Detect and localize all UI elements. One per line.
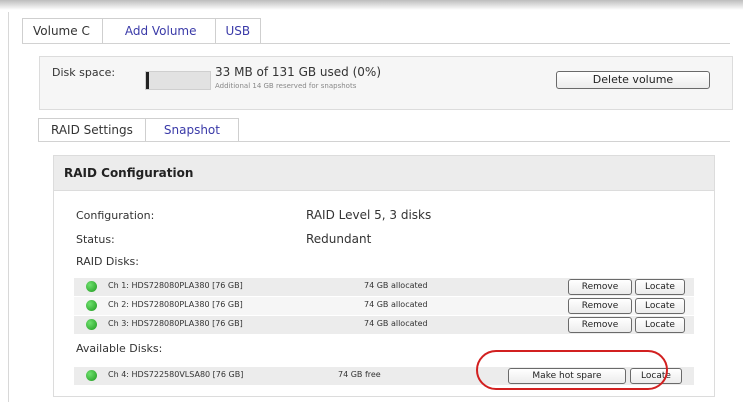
disk-space-label: Disk space: — [52, 66, 116, 79]
disk-name: Ch 4: HDS722580VLSA80 [76 GB] — [108, 370, 244, 379]
status-ok-icon — [86, 281, 97, 292]
snapshot-reserve-note: Additional 14 GB reserved for snapshots — [215, 82, 357, 90]
remove-disk-button[interactable]: Remove — [568, 298, 632, 314]
configuration-label: Configuration: — [76, 209, 155, 222]
top-shadow — [0, 0, 743, 10]
tabs-divider — [22, 43, 730, 44]
disk-allocation: 74 GB allocated — [364, 300, 428, 309]
disk-name: Ch 2: HDS728080PLA380 [76 GB] — [108, 300, 243, 309]
tab-add-volume[interactable]: Add Volume — [102, 18, 216, 44]
configuration-value: RAID Level 5, 3 disks — [306, 208, 432, 222]
disk-name: Ch 3: HDS728080PLA380 [76 GB] — [108, 319, 243, 328]
raid-disk-row: Ch 3: HDS728080PLA380 [76 GB] 74 GB allo… — [74, 316, 694, 334]
disk-name: Ch 1: HDS728080PLA380 [76 GB] — [108, 281, 243, 290]
raid-disk-row: Ch 1: HDS728080PLA380 [76 GB] 74 GB allo… — [74, 278, 694, 296]
remove-disk-button[interactable]: Remove — [568, 317, 632, 333]
disk-usage-fill — [146, 72, 149, 89]
nas-volume-page: Volume C Add Volume USB Disk space: 33 M… — [0, 0, 743, 402]
status-ok-icon — [86, 370, 97, 381]
disk-usage-bar — [145, 71, 211, 90]
left-border — [8, 12, 9, 402]
raid-panel-title: RAID Configuration — [64, 166, 194, 180]
locate-disk-button[interactable]: Locate — [635, 298, 685, 314]
settings-tabs-divider — [38, 141, 730, 142]
status-label: Status: — [76, 233, 115, 246]
locate-disk-button[interactable]: Locate — [635, 317, 685, 333]
disk-space-panel: Disk space: 33 MB of 131 GB used (0%) Ad… — [39, 56, 733, 110]
tab-usb[interactable]: USB — [215, 18, 262, 44]
delete-volume-button[interactable]: Delete volume — [556, 71, 710, 89]
status-ok-icon — [86, 300, 97, 311]
available-disks-label: Available Disks: — [76, 342, 163, 355]
disk-allocation: 74 GB allocated — [364, 319, 428, 328]
settings-tabs: RAID Settings Snapshot — [38, 118, 239, 142]
highlight-annotation — [476, 350, 668, 390]
raid-disk-row: Ch 2: HDS728080PLA380 [76 GB] 74 GB allo… — [74, 297, 694, 315]
disk-usage-summary: 33 MB of 131 GB used (0%) — [215, 65, 382, 79]
locate-disk-button[interactable]: Locate — [635, 279, 685, 295]
tab-snapshot[interactable]: Snapshot — [145, 118, 239, 142]
remove-disk-button[interactable]: Remove — [568, 279, 632, 295]
status-value: Redundant — [306, 232, 372, 246]
tab-raid-settings[interactable]: RAID Settings — [38, 118, 146, 142]
disk-allocation: 74 GB allocated — [364, 281, 428, 290]
tab-volume-c[interactable]: Volume C — [22, 18, 103, 44]
raid-disks-label: RAID Disks: — [76, 255, 139, 268]
volume-tabs: Volume C Add Volume USB — [22, 18, 262, 44]
raid-panel-header: RAID Configuration — [54, 156, 714, 191]
disk-free-space: 74 GB free — [338, 370, 381, 379]
status-ok-icon — [86, 319, 97, 330]
